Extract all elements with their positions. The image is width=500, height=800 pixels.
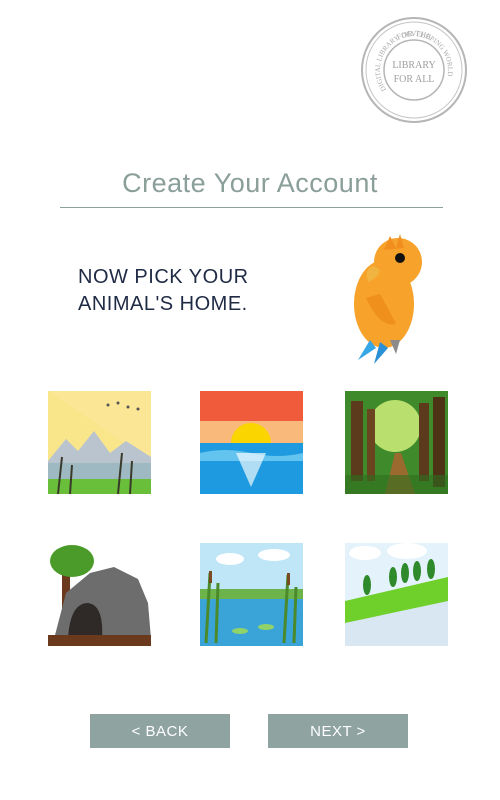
library-for-all-seal: FOR THE DEVELOPING WORLD DIGITAL LIBRARY… bbox=[360, 16, 468, 124]
page-title: Create Your Account bbox=[122, 168, 378, 198]
cave-icon bbox=[48, 543, 151, 646]
habitat-river-meadow-tile[interactable] bbox=[345, 543, 448, 646]
title-divider bbox=[60, 207, 443, 208]
next-button[interactable]: NEXT > bbox=[268, 714, 408, 748]
forest-path-icon bbox=[345, 391, 448, 494]
habitat-ocean-sunset-tile[interactable] bbox=[200, 391, 303, 494]
pond-reeds-icon bbox=[200, 543, 303, 646]
seal-center-line2: FOR ALL bbox=[394, 74, 435, 85]
habitat-cave-tile[interactable] bbox=[48, 543, 151, 646]
seal-center-line1: LIBRARY bbox=[392, 60, 435, 71]
parrot-mascot-icon bbox=[340, 228, 436, 368]
river-meadow-icon bbox=[345, 543, 448, 646]
habitat-pond-reeds-tile[interactable] bbox=[200, 543, 303, 646]
mountain-lake-icon bbox=[48, 391, 151, 494]
instruction-text: NOW PICK YOUR ANIMAL'S HOME. bbox=[78, 266, 249, 315]
habitat-forest-path-tile[interactable] bbox=[345, 391, 448, 494]
habitat-mountain-lake-tile[interactable] bbox=[48, 391, 151, 494]
ocean-sunset-icon bbox=[200, 391, 303, 494]
back-button[interactable]: < BACK bbox=[90, 714, 230, 748]
